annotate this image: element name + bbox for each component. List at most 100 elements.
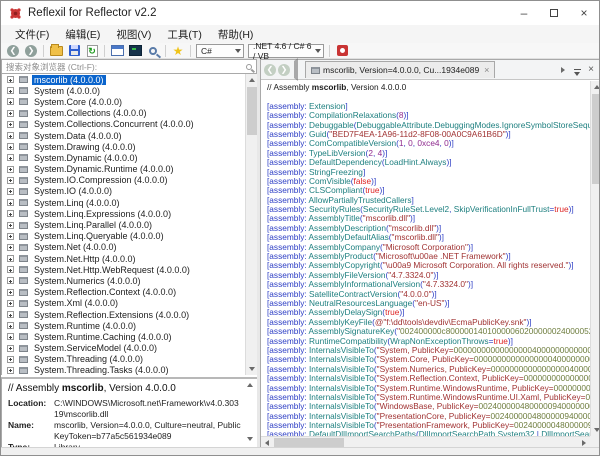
tree-item[interactable]: System.Numerics (4.0.0.0) (2, 275, 245, 286)
expand-icon[interactable] (7, 311, 14, 318)
tree-item-label: System.Xml (4.0.0.0) (32, 298, 120, 308)
assembly-search-box[interactable]: 搜索对象浏览器 (Ctrl-F): (1, 59, 257, 74)
menu-item[interactable]: 编辑(E) (57, 25, 108, 44)
forward-button[interactable]: ❯ (23, 44, 39, 58)
back-button[interactable]: ❮ (5, 44, 21, 58)
expand-icon[interactable] (7, 210, 14, 217)
framework-select[interactable]: .NET 4.6 / C# 6 / VB (248, 44, 324, 58)
expand-icon[interactable] (7, 289, 14, 296)
menu-item[interactable]: 工具(T) (159, 25, 209, 44)
close-button[interactable]: × (569, 1, 599, 25)
assembly-icon (19, 244, 28, 251)
tree-item[interactable]: System.Net.Http.WebRequest (4.0.0.0) (2, 264, 245, 275)
refresh-button[interactable]: ↻ (84, 44, 100, 58)
scroll-down-icon[interactable] (244, 433, 256, 445)
expand-icon[interactable] (7, 98, 14, 105)
tree-item[interactable]: System.Collections.Concurrent (4.0.0.0) (2, 119, 245, 130)
tree-item[interactable]: System.Drawing (4.0.0.0) (2, 141, 245, 152)
expand-icon[interactable] (7, 121, 14, 128)
expand-icon[interactable] (7, 322, 14, 329)
tree-item[interactable]: System.Core (4.0.0.0) (2, 96, 245, 107)
tree-item-label: System (4.0.0.0) (32, 86, 102, 96)
tree-item[interactable]: System.Reflection.Extensions (4.0.0.0) (2, 309, 245, 320)
menu-item[interactable]: 文件(F) (7, 25, 57, 44)
expand-icon[interactable] (7, 199, 14, 206)
save-button[interactable] (66, 44, 82, 58)
document-tab[interactable]: mscorlib, Version=4.0.0.0, Cu...1934e089… (305, 61, 495, 78)
search-button[interactable] (145, 44, 161, 58)
history-back-icon[interactable]: ❮ (264, 64, 276, 76)
tree-item[interactable]: System.IO (4.0.0.0) (2, 186, 245, 197)
expand-icon[interactable] (7, 222, 14, 229)
expand-icon[interactable] (7, 333, 14, 340)
tree-item[interactable]: System.Data (4.0.0.0) (2, 130, 245, 141)
disassembler-button[interactable] (127, 44, 143, 58)
expand-icon[interactable] (7, 300, 14, 307)
tree-item[interactable]: System.Linq.Expressions (4.0.0.0) (2, 208, 245, 219)
expand-icon[interactable] (7, 110, 14, 117)
tree-item[interactable]: System (4.0.0.0) (2, 85, 245, 96)
expand-icon[interactable] (7, 177, 14, 184)
tree-item[interactable]: System.Linq.Parallel (4.0.0.0) (2, 219, 245, 230)
tree-item[interactable]: System.Runtime.Caching (4.0.0.0) (2, 331, 245, 342)
scroll-tabs-left-icon[interactable] (294, 61, 298, 79)
expand-icon[interactable] (7, 367, 14, 374)
language-select[interactable]: C# (196, 44, 244, 58)
expand-icon[interactable] (7, 277, 14, 284)
expand-icon[interactable] (7, 188, 14, 195)
scroll-down-icon[interactable] (591, 424, 600, 436)
tree-item-label: System.Runtime (4.0.0.0) (32, 321, 138, 331)
code-vertical-scrollbar[interactable] (590, 81, 600, 436)
expand-icon[interactable] (7, 356, 14, 363)
assembly-icon (19, 199, 28, 206)
tree-item[interactable]: mscorlib (4.0.0.0) (2, 74, 245, 85)
expand-icon[interactable] (7, 87, 14, 94)
maximize-button[interactable] (539, 1, 569, 25)
expand-icon[interactable] (7, 244, 14, 251)
scroll-tabs-right-icon[interactable] (556, 63, 570, 77)
info-scrollbar[interactable] (244, 379, 256, 445)
tree-item[interactable]: System.IO.Compression (4.0.0.0) (2, 175, 245, 186)
open-button[interactable] (48, 44, 64, 58)
expand-icon[interactable] (7, 76, 14, 83)
tree-item-label: System.IO (4.0.0.0) (32, 186, 114, 196)
tree-item[interactable]: System.Linq (4.0.0.0) (2, 197, 245, 208)
tree-item[interactable]: System.Collections (4.0.0.0) (2, 108, 245, 119)
expand-icon[interactable] (7, 132, 14, 139)
minimize-button[interactable]: – (509, 1, 539, 25)
scroll-up-icon[interactable] (244, 379, 256, 391)
tree-item[interactable]: System.Linq.Queryable (4.0.0.0) (2, 231, 245, 242)
tree-item[interactable]: System.Threading (4.0.0.0) (2, 354, 245, 365)
expand-icon[interactable] (7, 143, 14, 150)
tree-item[interactable]: System.ServiceModel (4.0.0.0) (2, 343, 245, 354)
scrollbar-thumb[interactable] (592, 94, 600, 184)
tree-item[interactable]: System.Runtime (4.0.0.0) (2, 320, 245, 331)
expand-icon[interactable] (7, 266, 14, 273)
tab-list-icon[interactable] (570, 63, 584, 77)
expand-icon[interactable] (7, 154, 14, 161)
expand-icon[interactable] (7, 233, 14, 240)
tree-scrollbar[interactable] (245, 74, 257, 375)
info-value: mscorlib, Version=4.0.0.0, Culture=neutr… (54, 420, 243, 441)
expand-icon[interactable] (7, 345, 14, 352)
assembly-browser-button[interactable] (109, 44, 125, 58)
scroll-up-icon[interactable] (591, 81, 600, 93)
tree-item[interactable]: System.Xml (4.0.0.0) (2, 298, 245, 309)
tab-close-icon[interactable]: × (484, 65, 489, 75)
favorites-button[interactable]: ★ (170, 44, 186, 58)
reflexil-button[interactable] (334, 44, 350, 58)
tree-item[interactable]: System.Threading.Tasks (4.0.0.0) (2, 365, 245, 375)
toolbar-separator (104, 45, 105, 57)
close-document-icon[interactable]: × (584, 63, 598, 77)
scrollbar-thumb[interactable] (247, 87, 257, 135)
tree-item[interactable]: System.Net.Http (4.0.0.0) (2, 253, 245, 264)
tree-item[interactable]: System.Reflection.Context (4.0.0.0) (2, 287, 245, 298)
history-forward-icon[interactable]: ❯ (278, 64, 290, 76)
expand-icon[interactable] (7, 255, 14, 262)
assembly-icon (19, 76, 28, 83)
tree-item[interactable]: System.Dynamic (4.0.0.0) (2, 152, 245, 163)
tree-item[interactable]: System.Dynamic.Runtime (4.0.0.0) (2, 164, 245, 175)
menu-item[interactable]: 视图(V) (108, 25, 159, 44)
tree-item[interactable]: System.Net (4.0.0.0) (2, 242, 245, 253)
expand-icon[interactable] (7, 166, 14, 173)
